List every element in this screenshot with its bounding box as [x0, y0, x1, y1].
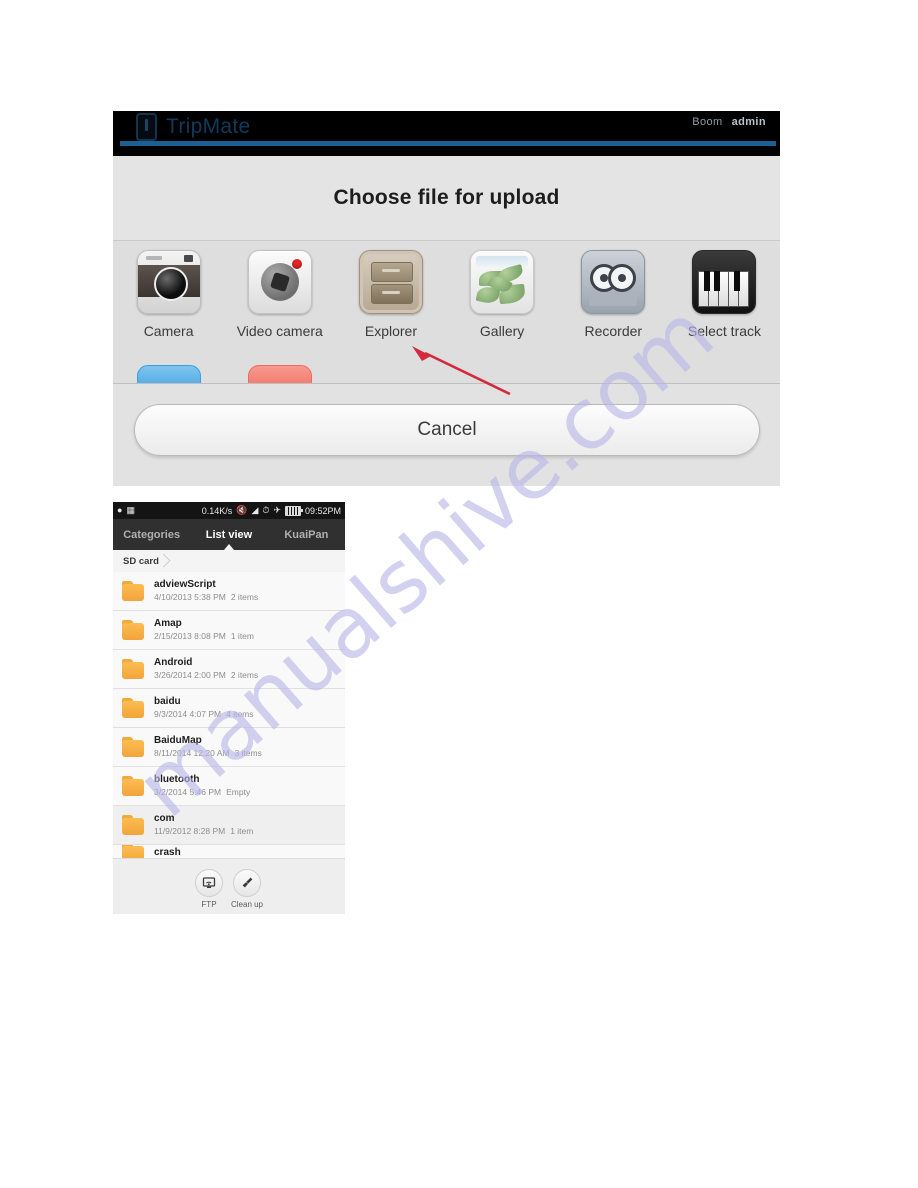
- app-label: Video camera: [236, 323, 323, 339]
- folder-icon: [122, 776, 144, 796]
- file-modified: 9/3/2014 4:07 PM: [154, 709, 222, 720]
- file-list[interactable]: adviewScript 4/10/2013 5:38 PM 2 items Am…: [113, 572, 345, 862]
- cancel-button[interactable]: Cancel: [134, 404, 760, 456]
- broom-icon: [233, 868, 261, 897]
- video-camera-icon: [247, 250, 312, 314]
- folder-icon: [122, 659, 144, 679]
- file-explorer-icon: [358, 250, 423, 314]
- view-tab-bar: Categories List view KuaiPan: [113, 519, 345, 550]
- user-info: Boom admin: [692, 116, 766, 128]
- list-item[interactable]: baidu 9/3/2014 4:07 PM 4 items: [113, 689, 345, 728]
- picture-icon: ▦: [126, 505, 135, 515]
- file-modified: 3/2/2014 5:46 PM: [154, 787, 222, 798]
- breadcrumb[interactable]: SD card: [121, 554, 171, 569]
- list-item[interactable]: com 11/9/2012 8:28 PM 1 item: [113, 806, 345, 845]
- tab-list-view[interactable]: List view: [190, 529, 267, 550]
- app-option-video-camera[interactable]: Video camera: [224, 241, 335, 339]
- piano-keys-icon: [692, 250, 757, 314]
- app-option-partial-red[interactable]: [224, 365, 335, 383]
- file-count: 2 items: [230, 670, 259, 681]
- app-option-partial-blue[interactable]: [113, 365, 224, 383]
- toolbar-button-ftp[interactable]: FTP: [194, 868, 223, 909]
- file-count: Empty: [226, 787, 251, 798]
- shield-icon: ●: [117, 505, 123, 515]
- app-option-explorer[interactable]: Explorer: [335, 241, 446, 339]
- brand: TripMate: [136, 113, 250, 141]
- toolbar-label: Clean up: [230, 899, 264, 909]
- app-label: Gallery: [479, 323, 525, 339]
- tab-kuaipan[interactable]: KuaiPan: [268, 529, 345, 541]
- app-label: Camera: [143, 323, 194, 339]
- upload-dialog-screenshot: TripMate Boom admin Choose file for uploa…: [113, 111, 780, 486]
- app-row-1: Camera Video camera Explorer Gallery Rec…: [113, 241, 780, 339]
- file-name: com: [154, 812, 175, 824]
- toolbar-button-clean-up[interactable]: Clean up: [230, 868, 264, 909]
- dialog-title-bar: Choose file for upload: [113, 156, 780, 241]
- app-chooser-grid: Camera Video camera Explorer Gallery Rec…: [113, 241, 780, 384]
- dialog-title: Choose file for upload: [333, 186, 560, 209]
- app-option-camera[interactable]: Camera: [113, 241, 224, 339]
- mute-icon: 🔇: [236, 505, 248, 515]
- list-item[interactable]: bluetooth 3/2/2014 5:46 PM Empty: [113, 767, 345, 806]
- app-label: Select track: [687, 323, 762, 339]
- file-manager-screenshot: ● ▦ 0.14K/s 🔇 ◢ ⏱ ✈ 09:52PM Categories L…: [113, 502, 345, 914]
- app-option-recorder[interactable]: Recorder: [558, 241, 669, 339]
- file-modified: 11/9/2012 8:28 PM: [154, 826, 226, 837]
- app-label: Explorer: [364, 323, 417, 339]
- app-top-bar: TripMate Boom admin: [113, 111, 780, 156]
- ftp-monitor-icon: [194, 868, 223, 897]
- wifi-icon: ◢: [251, 505, 259, 515]
- app-option-select-track[interactable]: Select track: [669, 241, 780, 339]
- list-item[interactable]: Amap 2/15/2013 8:08 PM 1 item: [113, 611, 345, 650]
- file-modified: 4/10/2013 5:38 PM: [154, 592, 226, 603]
- airplane-icon: ✈: [273, 505, 281, 515]
- file-count: 3 items: [234, 748, 262, 759]
- folder-icon: [122, 620, 144, 640]
- user-left-label: Boom: [692, 116, 723, 128]
- file-manager-toolbar: FTP Clean up: [113, 858, 345, 914]
- brand-name: TripMate: [166, 115, 251, 138]
- dialog-footer: Cancel: [113, 384, 780, 486]
- file-name: baidu: [154, 695, 181, 707]
- file-name: Amap: [154, 617, 182, 629]
- toolbar-label: FTP: [201, 899, 217, 909]
- file-count: 2 items: [230, 592, 259, 603]
- file-name: adviewScript: [154, 578, 216, 590]
- file-count: 1 item: [230, 826, 254, 837]
- gallery-icon: [470, 250, 535, 314]
- top-bar-filler: [113, 146, 780, 156]
- list-item[interactable]: adviewScript 4/10/2013 5:38 PM 2 items: [113, 572, 345, 611]
- app-row-2-partial: [113, 365, 780, 383]
- folder-icon: [122, 581, 144, 601]
- file-modified: 8/11/2014 12:20 AM: [154, 748, 230, 759]
- file-count: 4 items: [226, 709, 254, 720]
- file-modified: 3/26/2014 2:00 PM: [154, 670, 226, 681]
- folder-icon: [122, 815, 144, 835]
- tab-categories[interactable]: Categories: [113, 529, 190, 541]
- list-item[interactable]: Android 3/26/2014 2:00 PM 2 items: [113, 650, 345, 689]
- list-item[interactable]: BaiduMap 8/11/2014 12:20 AM 3 items: [113, 728, 345, 767]
- camera-icon: [136, 250, 201, 314]
- cancel-button-label: Cancel: [417, 419, 477, 440]
- breadcrumb-bar: SD card: [113, 550, 345, 572]
- file-modified: 2/15/2013 8:08 PM: [154, 631, 226, 642]
- app-label: Recorder: [584, 323, 643, 339]
- folder-icon: [122, 698, 144, 718]
- android-status-bar: ● ▦ 0.14K/s 🔇 ◢ ⏱ ✈ 09:52PM: [113, 502, 345, 519]
- clock-label: 09:52PM: [304, 505, 341, 516]
- file-name: Android: [154, 656, 193, 668]
- folder-icon: [122, 737, 144, 757]
- alarm-icon: ⏱: [262, 505, 270, 515]
- tape-recorder-icon: [581, 250, 646, 314]
- device-icon: [136, 113, 157, 141]
- file-name: BaiduMap: [154, 734, 202, 746]
- app-option-gallery[interactable]: Gallery: [447, 241, 558, 339]
- user-right-label[interactable]: admin: [732, 116, 766, 128]
- file-name: bluetooth: [154, 773, 200, 785]
- battery-icon: [284, 505, 303, 516]
- network-speed-label: 0.14K/s: [201, 505, 233, 516]
- file-count: 1 item: [230, 631, 254, 642]
